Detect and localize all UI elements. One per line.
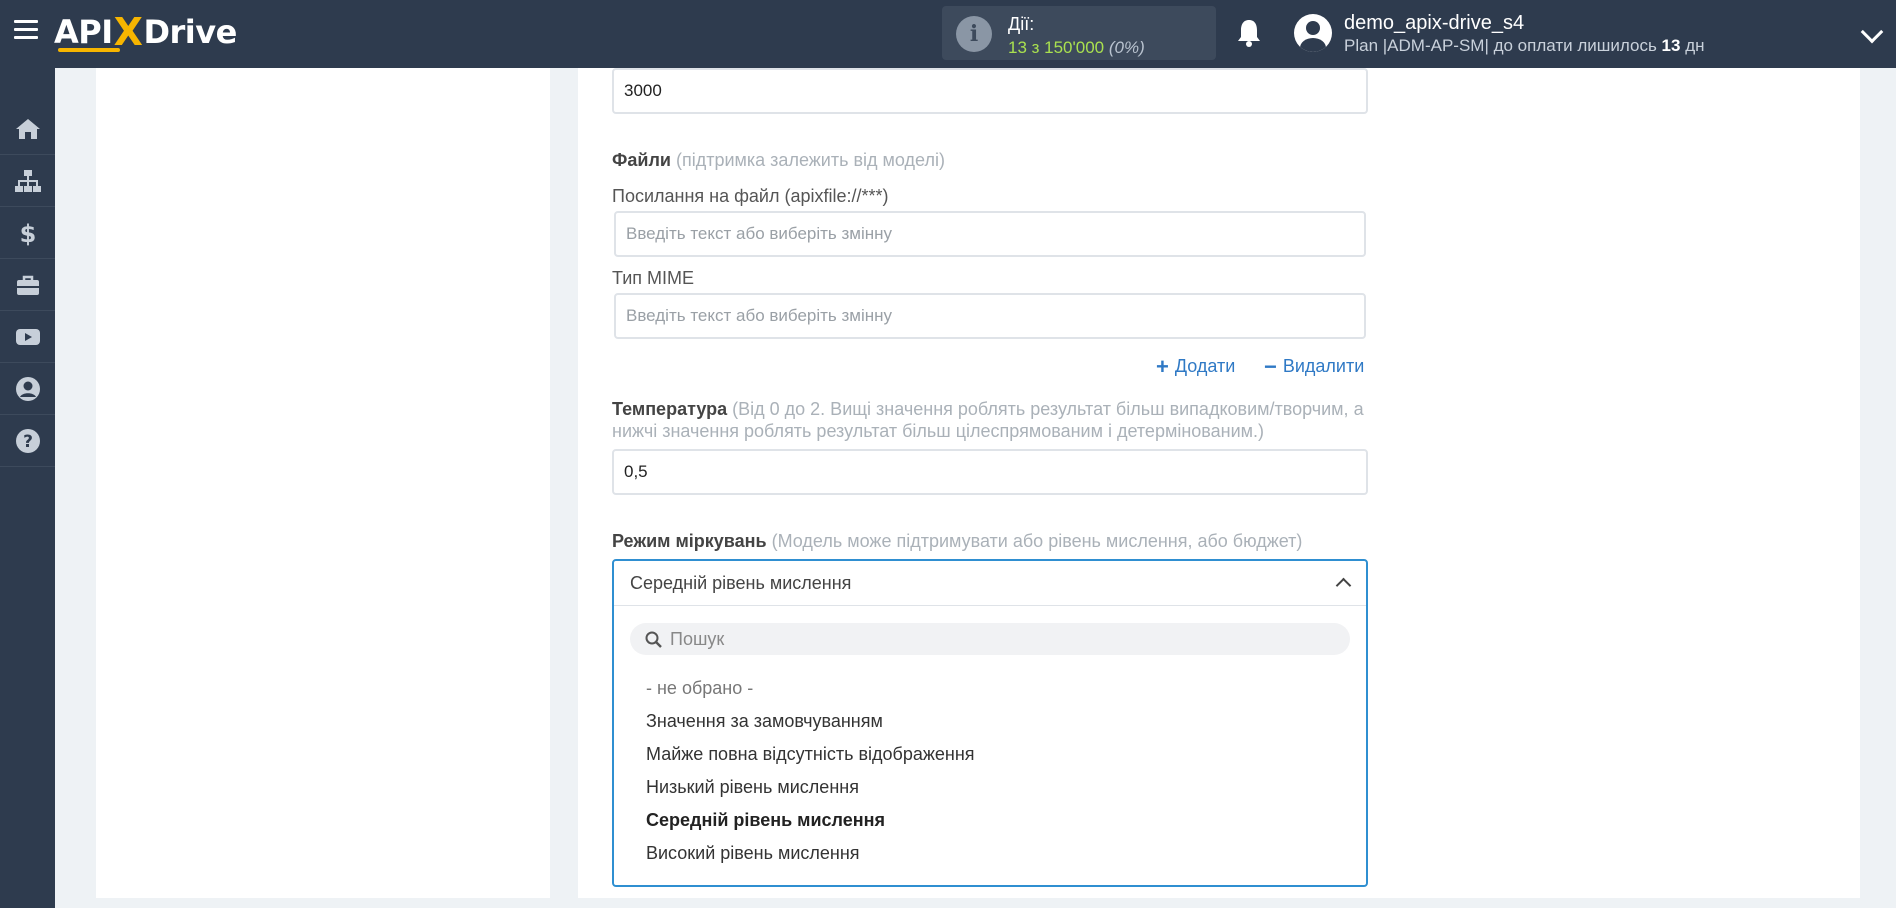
youtube-icon: [15, 328, 40, 345]
select-current-value[interactable]: Середній рівень мислення: [614, 561, 1366, 606]
info-icon: i: [956, 16, 992, 52]
remove-button[interactable]: − Видалити: [1264, 353, 1364, 379]
select-search-input[interactable]: Пошук: [630, 623, 1350, 655]
dollar-icon: $: [19, 220, 36, 247]
menu-icon[interactable]: [14, 20, 38, 40]
avatar[interactable]: [1294, 14, 1332, 52]
file-link-label: Посилання на файл (apixfile://***): [612, 186, 889, 206]
user-circle-icon: [15, 376, 40, 401]
temperature-label: Температура (Від 0 до 2. Вищі значення р…: [612, 399, 1364, 419]
sidebar-item-services[interactable]: [0, 259, 55, 311]
select-option[interactable]: Майже повна відсутність відображення: [646, 744, 975, 765]
reasoning-mode-label: Режим міркувань (Модель може підтримуват…: [612, 531, 1303, 551]
temperature-hint: нижчі значення роблять результат більш ц…: [612, 421, 1265, 441]
home-icon: [15, 118, 40, 139]
user-name[interactable]: demo_apix-drive_s4: [1344, 12, 1524, 35]
user-plan: Plan |ADM-AP-SM| до оплати лишилось 13 д…: [1344, 36, 1705, 55]
sidebar-item-home[interactable]: [0, 103, 55, 155]
select-option[interactable]: Низький рівень мислення: [646, 777, 859, 798]
actions-counter[interactable]: i Дії: 13 з 150'000 (0%): [942, 6, 1216, 60]
sitemap-icon: [14, 169, 41, 192]
file-link-input[interactable]: Введіть текст або виберіть змінну: [614, 211, 1366, 257]
minus-icon: −: [1264, 353, 1277, 379]
max-tokens-input[interactable]: 3000: [612, 68, 1368, 114]
select-option[interactable]: - не обрано -: [646, 678, 753, 699]
select-option-selected[interactable]: Середній рівень мислення: [646, 810, 885, 831]
sidebar-item-help[interactable]: ?: [0, 415, 55, 467]
sidebar: $ ?: [0, 68, 55, 908]
briefcase-icon: [16, 275, 39, 295]
actions-count: 13 з 150'000 (0%): [1008, 38, 1145, 57]
left-panel: [96, 68, 550, 898]
mime-type-label: Тип MIME: [612, 268, 695, 288]
reasoning-mode-select[interactable]: Середній рівень мислення Пошук - не обра…: [612, 559, 1368, 887]
add-button[interactable]: + Додати: [1156, 353, 1235, 379]
svg-text:?: ?: [23, 432, 33, 452]
logo-underline: [58, 48, 120, 52]
select-option[interactable]: Значення за замовчуванням: [646, 711, 883, 732]
files-label: Файли (підтримка залежить від моделі): [612, 150, 945, 170]
select-option[interactable]: Високий рівень мислення: [646, 843, 860, 864]
mime-type-input[interactable]: Введіть текст або виберіть змінну: [614, 293, 1366, 339]
chevron-down-icon[interactable]: [1860, 20, 1884, 44]
sidebar-item-videos[interactable]: [0, 311, 55, 363]
sidebar-item-connections[interactable]: [0, 155, 55, 207]
plus-icon: +: [1156, 353, 1169, 379]
svg-text:$: $: [19, 220, 36, 247]
logo[interactable]: API X Drive: [54, 10, 237, 54]
temperature-input[interactable]: 0,5: [612, 449, 1368, 495]
sidebar-item-profile[interactable]: [0, 363, 55, 415]
actions-label: Дії:: [1008, 14, 1035, 34]
help-icon: ?: [15, 428, 40, 453]
search-icon: [645, 631, 662, 648]
bell-icon[interactable]: [1236, 18, 1262, 48]
sidebar-item-billing[interactable]: $: [0, 207, 55, 259]
top-bar: API X Drive i Дії: 13 з 150'000 (0%) demo_…: [0, 0, 1896, 68]
